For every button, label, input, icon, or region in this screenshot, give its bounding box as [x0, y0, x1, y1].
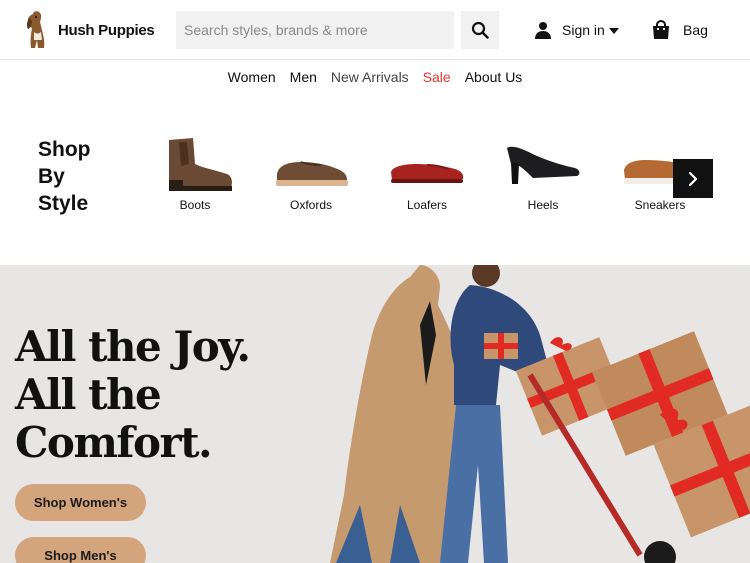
chevron-down-icon	[608, 28, 619, 34]
nav-item-new-arrivals[interactable]: New Arrivals	[331, 69, 409, 85]
brand-name: Hush Puppies	[58, 21, 155, 39]
style-item-label: Loafers	[406, 198, 448, 212]
site-header: Hush Puppies Sign in Bag	[0, 0, 750, 60]
bag-label: Bag	[683, 22, 708, 38]
hero-headline: All the Joy. All the Comfort.	[15, 323, 275, 467]
nav-item-men[interactable]: Men	[290, 69, 317, 85]
style-item-oxfords[interactable]: Oxfords	[261, 134, 361, 216]
hero-banner: All the Joy. All the Comfort. Shop Women…	[0, 265, 750, 563]
shop-by-style-title: Shop By Style	[38, 136, 138, 217]
search-button[interactable]	[461, 11, 499, 49]
style-item-boots[interactable]: Boots	[145, 134, 245, 216]
loafer-image	[391, 164, 464, 183]
headline-line: All the Joy.	[15, 322, 251, 371]
headline-line: Comfort.	[15, 418, 213, 467]
oxford-image	[276, 161, 348, 186]
style-item-loafers[interactable]: Loafers	[377, 134, 477, 216]
chevron-right-icon	[688, 171, 698, 186]
shop-womens-button[interactable]: Shop Women's	[15, 484, 146, 521]
title-line: Style	[38, 192, 89, 215]
search-icon	[471, 21, 489, 39]
style-item-label: Heels	[527, 198, 559, 212]
bag-icon	[653, 20, 669, 39]
sign-in-label: Sign in	[562, 22, 605, 38]
nav-item-about-us[interactable]: About Us	[465, 69, 523, 85]
nav-item-sale[interactable]: Sale	[423, 69, 451, 85]
style-item-label: Oxfords	[289, 198, 332, 212]
shopping-bag[interactable]: Bag	[651, 17, 708, 43]
sign-in-menu[interactable]: Sign in	[534, 17, 619, 43]
shop-mens-button[interactable]: Shop Men's	[15, 537, 146, 563]
style-item-label: Sneakers	[634, 198, 686, 212]
heel-image	[507, 146, 580, 184]
user-icon	[535, 22, 551, 39]
search-input[interactable]	[176, 11, 454, 49]
headline-line: All the	[15, 370, 162, 419]
title-line: By	[38, 165, 65, 188]
title-line: Shop	[38, 138, 91, 161]
nav-item-women[interactable]: Women	[228, 69, 276, 85]
basset-hound-logo-icon	[26, 11, 45, 48]
style-item-heels[interactable]: Heels	[493, 134, 593, 216]
style-item-label: Boots	[179, 198, 211, 212]
carousel-next-button[interactable]	[673, 159, 713, 198]
main-nav: Women Men New Arrivals Sale About Us	[0, 62, 750, 92]
brand-logo[interactable]: Hush Puppies	[24, 10, 155, 50]
boot-image	[169, 138, 232, 191]
